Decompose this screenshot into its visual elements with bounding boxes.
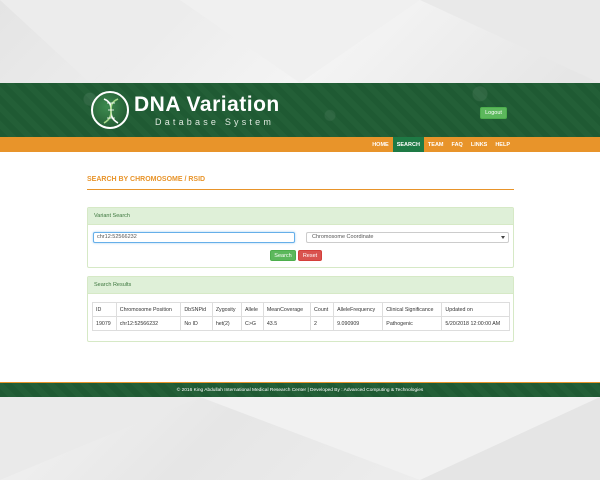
reset-button[interactable]: Reset xyxy=(298,250,322,261)
main-content: SEARCH BY CHROMOSOME / RSID Variant Sear… xyxy=(0,152,600,382)
brand-subtitle: Database System xyxy=(155,117,275,127)
site-header: DNA Variation Database System Logout xyxy=(0,83,600,137)
search-type-select[interactable]: Chromosome Coordinate xyxy=(306,232,509,243)
title-divider xyxy=(87,189,514,190)
cell-id: 19079 xyxy=(92,316,117,331)
col-zygosity: Zygosity xyxy=(211,302,243,317)
col-dbsnpid: DbSNPid xyxy=(180,302,213,317)
table-row: 19079 chr12:52566232 No ID het(2) C>G 43… xyxy=(92,316,510,331)
cell-allele: C>G xyxy=(241,316,264,331)
cell-mean-coverage: 43.5 xyxy=(262,316,312,331)
search-results-heading: Search Results xyxy=(88,277,513,294)
nav-team[interactable]: TEAM xyxy=(424,137,448,152)
nav-help[interactable]: HELP xyxy=(491,137,514,152)
dna-logo-icon xyxy=(91,91,129,129)
col-updated-on: Updated on xyxy=(441,302,510,317)
cell-clinical-significance: Pathogenic xyxy=(382,316,443,331)
search-type-value: Chromosome Coordinate xyxy=(312,234,374,240)
col-id: ID xyxy=(92,302,117,317)
chevron-down-icon xyxy=(501,236,505,239)
nav-links[interactable]: LINKS xyxy=(467,137,492,152)
table-header-row: ID Chromosome Position DbSNPid Zygosity … xyxy=(92,302,510,317)
col-allele: Allele xyxy=(241,302,264,317)
variant-search-heading: Variant Search xyxy=(88,208,513,225)
cell-count: 2 xyxy=(310,316,335,331)
page-title: SEARCH BY CHROMOSOME / RSID xyxy=(87,176,206,183)
nav-faq[interactable]: FAQ xyxy=(448,137,467,152)
cell-chromosome-position: chr12:52566232 xyxy=(115,316,182,331)
variant-search-panel: Variant Search chr12:52566232 Chromosome… xyxy=(87,207,514,268)
nav-home[interactable]: HOME xyxy=(368,137,393,152)
cell-updated-on: 5/20/2018 12:00:00 AM xyxy=(441,316,510,331)
col-clinical-significance: Clinical Significance xyxy=(382,302,443,317)
brand-title: DNA Variation xyxy=(134,93,280,116)
search-results-panel: Search Results ID Chromosome Position Db… xyxy=(87,276,514,342)
logout-button[interactable]: Logout xyxy=(480,107,507,119)
results-table: ID Chromosome Position DbSNPid Zygosity … xyxy=(92,302,510,331)
cell-zygosity: het(2) xyxy=(211,316,243,331)
chromosome-search-input[interactable]: chr12:52566232 xyxy=(93,232,295,243)
cell-dbsnpid: No ID xyxy=(180,316,213,331)
nav-search[interactable]: SEARCH xyxy=(392,137,424,152)
col-count: Count xyxy=(310,302,335,317)
main-navigation: HOME SEARCH TEAM FAQ LINKS HELP xyxy=(0,137,600,152)
search-button[interactable]: Search xyxy=(270,250,296,261)
col-allele-frequency: AlleleFrequency xyxy=(333,302,384,317)
footer-copyright: © 2016 King Abdullah International Medic… xyxy=(176,388,424,393)
col-mean-coverage: MeanCoverage xyxy=(262,302,312,317)
col-chromosome-position: Chromosome Position xyxy=(115,302,182,317)
cell-allele-frequency: 9.090909 xyxy=(333,316,384,331)
site-footer: © 2016 King Abdullah International Medic… xyxy=(0,382,600,397)
